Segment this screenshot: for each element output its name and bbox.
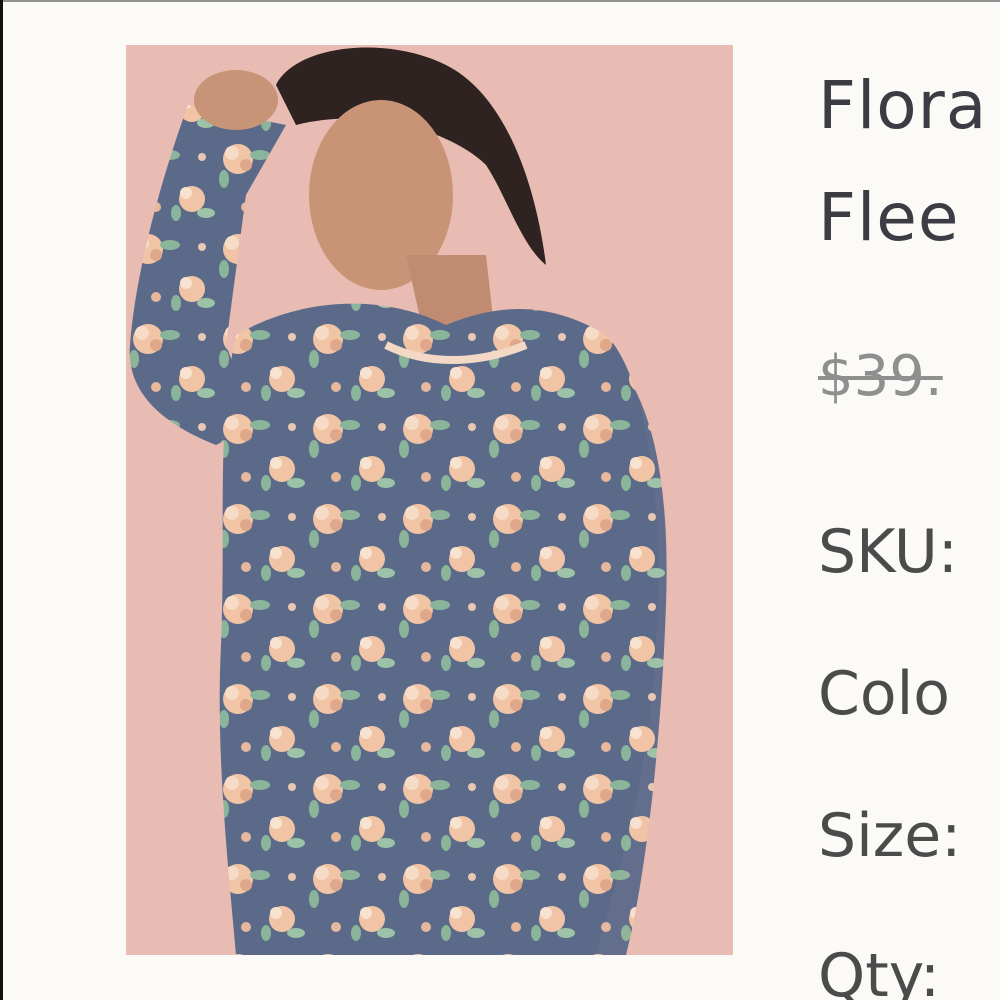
window-top-edge: [0, 0, 1000, 2]
product-title-line-1: Flora: [818, 67, 988, 144]
product-details-panel: Flora Flee $39. SKU: Colo Size: Qty:: [818, 60, 1000, 1000]
product-image[interactable]: [126, 45, 733, 955]
size-label: Size:: [818, 801, 962, 871]
original-price: $39.: [818, 344, 943, 409]
window-left-edge: [0, 0, 3, 1000]
product-title-line-2: Flee: [818, 179, 960, 256]
sku-label: SKU:: [818, 517, 958, 587]
qty-label: Qty:: [818, 941, 941, 1000]
product-photo: [126, 45, 733, 955]
color-label: Colo: [818, 659, 950, 729]
